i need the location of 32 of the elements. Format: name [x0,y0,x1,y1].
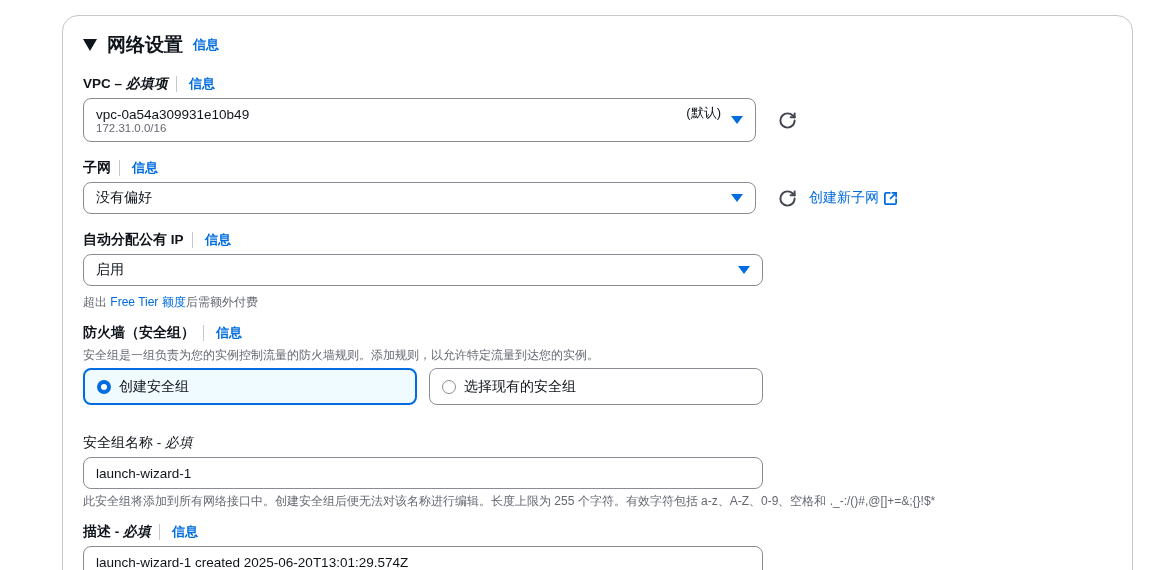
dropdown-caret-icon [731,116,743,124]
dropdown-caret-icon [738,266,750,274]
external-link-icon [883,190,898,206]
info-link[interactable]: 信息 [188,75,215,93]
dropdown-caret-icon [731,194,743,202]
section-title: 网络设置 [107,33,183,57]
group-name-input[interactable]: launch-wizard-1 [83,457,763,489]
field-label: 描述 - 必填 [83,523,151,541]
field-label: 防火墙（安全组） [83,324,195,342]
group-name-hint: 此安全组将添加到所有网络接口中。创建安全组后便无法对该名称进行编辑。长度上限为 255 个字符。有效字符包括 a-z、A-Z、0-9、空格和 ._-:/()#,@[]+=&;{}!$* [83,493,937,510]
vpc-select[interactable]: vpc-0a54a309931e10b49 172.31.0.0/16 (默认) [83,98,756,142]
free-tier-hint: 超出 Free Tier 额度后需额外付费 [83,294,259,311]
field-label: 自动分配公有 IP [83,231,184,249]
refresh-icon[interactable] [778,110,797,130]
refresh-icon[interactable] [778,188,797,208]
info-link[interactable]: 信息 [132,159,158,177]
field-label: 安全组名称 - 必填 [83,434,193,452]
info-link[interactable]: 信息 [193,36,219,54]
free-tier-link[interactable]: Free Tier 额度 [110,295,186,309]
info-link[interactable]: 信息 [216,324,242,342]
public-ip-select[interactable]: 启用 [83,254,763,286]
field-label: VPC – 必填项 [83,75,168,93]
description-input[interactable]: launch-wizard-1 created 2025-06-20T13:01:29.574Z [83,546,763,570]
info-link[interactable]: 信息 [204,231,231,249]
info-link[interactable]: 信息 [172,523,198,541]
collapse-caret-icon[interactable] [83,39,97,51]
subnet-select[interactable]: 没有偏好 [83,182,756,214]
radio-option[interactable]: 选择现有的安全组 [429,368,763,405]
firewall-description: 安全组是一组负责为您的实例控制流量的防火墙规则。添加规则，以允许特定流量到达您的实例。 [83,347,600,364]
radio-option[interactable]: 创建安全组 [83,368,417,405]
field-label: 子网 [83,159,111,177]
create-subnet-link[interactable]: 创建新子网 [809,189,898,207]
